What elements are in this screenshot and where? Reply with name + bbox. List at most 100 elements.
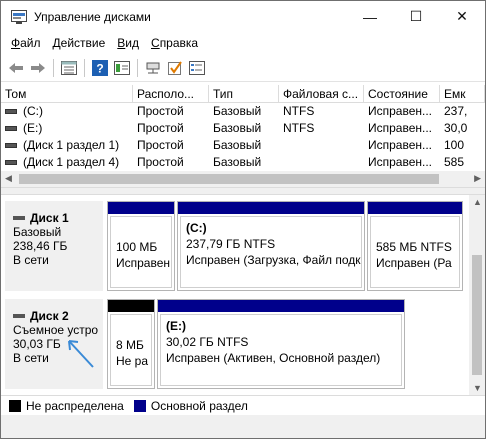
column-header-type[interactable]: Тип [209,85,279,102]
console-tree-icon[interactable] [111,57,133,79]
partition-size: 8 МБ [116,338,144,352]
table-row[interactable]: (Диск 1 раздел 4) Простой Базовый Исправ… [1,154,485,171]
partition-block[interactable]: 8 МБ Не ра [107,299,155,389]
partition-size: 237,79 ГБ NTFS [186,237,276,251]
column-header-status[interactable]: Состояние [364,85,440,102]
scroll-right-icon[interactable]: ▶ [474,173,481,184]
table-row[interactable]: (Диск 1 раздел 1) Простой Базовый Исправ… [1,137,485,154]
horizontal-scrollbar[interactable]: ◀ ▶ [1,171,485,187]
disk-info[interactable]: Диск 1 Базовый 238,46 ГБ В сети [5,201,103,291]
minimize-button[interactable]: — [347,1,393,32]
toolbar-separator [53,58,54,77]
volume-name: (Диск 1 раздел 4) [23,155,120,169]
volume-list-header: Том Располо... Тип Файловая с... Состоян… [1,85,485,103]
volume-capacity: 30,0 [444,121,468,135]
disk-type: Базовый [13,225,62,239]
help-icon[interactable]: ? [89,57,111,79]
partition-block[interactable]: (C:) 237,79 ГБ NTFS Исправен (Загрузка, … [177,201,365,291]
partition-size: 585 МБ NTFS [376,240,452,254]
volume-name: (E:) [23,121,43,135]
connect-icon[interactable] [142,57,164,79]
maximize-button[interactable]: ☐ [393,1,439,32]
toolbar-separator [137,58,138,77]
annotation-arrow [68,340,94,368]
volume-type: Базовый [213,155,262,169]
volume-filesystem: NTFS [283,121,315,135]
partition-block[interactable]: 100 МБ Исправен [107,201,175,291]
disk-name: Диск 1 [30,211,69,225]
forward-arrow-icon[interactable] [27,57,49,79]
partition-type-bar [108,202,174,214]
volume-type: Базовый [213,121,262,135]
volume-filesystem [279,154,364,171]
checkmark-icon[interactable] [164,57,186,79]
volume-layout: Простой [137,155,184,169]
partition-size: 100 МБ [116,240,158,254]
vertical-scroll-thumb[interactable] [472,255,482,375]
partition-size: 30,02 ГБ NTFS [166,335,249,349]
back-arrow-icon[interactable] [5,57,27,79]
legend-swatch-primary [133,399,146,412]
toolbar: ? [1,54,485,82]
menu-help[interactable]: Справка [145,36,204,50]
partition-label: (E:) [166,319,186,333]
partition-block[interactable]: 585 МБ NTFS Исправен (Ра [367,201,463,291]
partition-label: (C:) [186,221,207,235]
volume-icon [5,109,17,115]
volume-icon [5,143,17,149]
disk-management-icon [11,9,27,24]
window-title: Управление дисками [34,9,151,24]
volume-type: Базовый [213,104,262,118]
partition-state: Исправен [116,256,171,270]
close-button[interactable]: ✕ [439,1,485,32]
volume-layout: Простой [137,121,184,135]
vertical-scrollbar[interactable]: ▲ ▼ [469,195,485,395]
column-header-capacity[interactable]: Емк [440,85,485,102]
svg-text:?: ? [96,61,103,75]
table-row[interactable]: (E:) Простой Базовый NTFS Исправен... 30… [1,120,485,137]
settings-list-icon[interactable] [186,57,208,79]
column-header-filesystem[interactable]: Файловая с... [279,85,364,102]
status-bar [1,415,485,438]
menu-file[interactable]: Файл [5,36,47,50]
volume-capacity: 585 [444,155,465,169]
horizontal-scroll-thumb[interactable] [19,174,439,184]
volume-filesystem: NTFS [283,104,315,118]
disk-name: Диск 2 [30,309,69,323]
menu-action[interactable]: Действие [47,36,112,50]
disk-row: Диск 1 Базовый 238,46 ГБ В сети 100 МБ И… [1,199,469,295]
scroll-down-icon[interactable]: ▼ [473,383,482,393]
scroll-left-icon[interactable]: ◀ [5,173,12,184]
volume-layout: Простой [137,104,184,118]
partition-type-bar [108,300,154,312]
volume-capacity: 100 [444,138,465,152]
table-row[interactable]: (C:) Простой Базовый NTFS Исправен... 23… [1,103,485,120]
disk-management-window: Управление дисками — ☐ ✕ Файл Действие В… [0,0,486,439]
volume-type: Базовый [213,138,262,152]
title-bar: Управление дисками — ☐ ✕ [1,1,485,32]
volume-status: Исправен... [368,138,433,152]
pane-splitter[interactable] [1,187,485,195]
volume-layout: Простой [137,138,184,152]
volume-name: (C:) [23,104,43,118]
menu-view[interactable]: Вид [111,36,145,50]
column-header-volume[interactable]: Том [1,85,133,102]
legend: Не распределена Основной раздел [1,395,485,415]
properties-list-icon[interactable] [58,57,80,79]
partition-state: Исправен (Ра [376,256,452,270]
volume-status: Исправен... [368,155,433,169]
volume-icon [5,126,17,132]
volume-filesystem [279,137,364,154]
column-header-layout[interactable]: Располо... [133,85,209,102]
disk-status: В сети [13,253,49,267]
disk-size: 238,46 ГБ [13,239,68,253]
partition-state: Не ра [116,354,149,368]
partition-type-bar [368,202,462,214]
partition-type-bar [158,300,404,312]
scroll-up-icon[interactable]: ▲ [473,197,482,207]
volume-list: Том Располо... Тип Файловая с... Состоян… [1,85,485,185]
toolbar-separator [84,58,85,77]
volume-icon [5,160,17,166]
partition-block[interactable]: (E:) 30,02 ГБ NTFS Исправен (Активен, Ос… [157,299,405,389]
volume-name: (Диск 1 раздел 1) [23,138,120,152]
